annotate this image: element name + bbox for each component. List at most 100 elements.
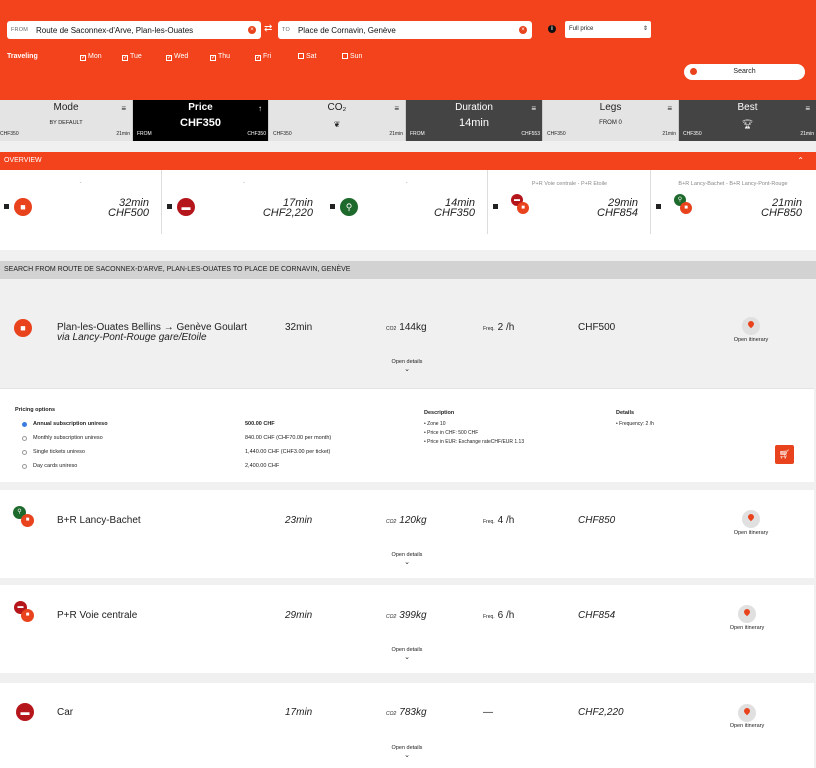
day-wed[interactable]: ✓ Wed <box>166 53 188 61</box>
pricing-value: 1,440.00 CHF (CHF3.00 per ticket) <box>245 449 331 455</box>
result-name: P+R Voie centrale <box>57 610 138 621</box>
day-mon[interactable]: ✓ Mon <box>80 53 102 61</box>
pricing-option[interactable]: Single tickets unireso <box>33 449 85 455</box>
tab-foot-right: CHF350 <box>247 131 266 137</box>
tab-title: CO₂ <box>327 102 347 113</box>
chevron-down-icon[interactable]: ⌄ <box>0 751 814 759</box>
tab-title: Legs <box>599 102 622 113</box>
tab-co2[interactable]: CO₂ ❦ ≡ CHF350 21min <box>269 100 406 141</box>
overview-price: CHF2,220 <box>262 207 313 219</box>
pricing-option[interactable]: Day cards unireso <box>33 463 77 469</box>
checkbox-checked-icon[interactable]: ✓ <box>122 55 128 61</box>
checkbox-checked-icon[interactable] <box>4 204 9 209</box>
checkbox-checked-icon[interactable] <box>167 204 172 209</box>
tab-price[interactable]: Price CHF350 ↑ FROM CHF350 <box>133 100 269 141</box>
checkbox-checked-icon[interactable] <box>330 204 335 209</box>
result-freq-value: 6 /h <box>497 610 515 621</box>
result-row-pr[interactable]: ▬ ■ P+R Voie centrale 29min CO2 399kg Fre… <box>0 585 814 673</box>
to-tag: TO <box>282 27 290 33</box>
radio-icon[interactable] <box>22 464 27 469</box>
tab-foot-left: FROM <box>410 131 425 137</box>
checkbox-checked-icon[interactable] <box>656 204 661 209</box>
result-freq: Freq. 6 /h <box>483 610 514 621</box>
chevron-down-icon[interactable]: ⌄ <box>0 365 814 373</box>
pricing-option[interactable]: Annual subscription unireso <box>33 421 108 427</box>
overview-card-car[interactable]: - ▬ 17min CHF2,220 <box>163 170 325 234</box>
result-price: CHF2,220 <box>578 707 624 718</box>
checkbox-checked-icon[interactable] <box>493 204 498 209</box>
overview-card-pr[interactable]: P+R Voie centrale - P+R Etoile ▬ ■ 29min… <box>489 170 651 234</box>
tab-title: Best <box>737 102 758 113</box>
open-itinerary-link[interactable]: Open itinerary <box>717 625 777 631</box>
clear-from-icon[interactable]: × <box>248 26 256 34</box>
sort-icon: ≡ <box>531 104 536 113</box>
day-label: Wed <box>174 53 189 60</box>
clear-to-icon[interactable]: × <box>519 26 527 34</box>
checkbox-checked-icon[interactable]: ✓ <box>210 55 216 61</box>
overview-bar[interactable]: OVERVIEW ⌃ <box>0 152 816 170</box>
result-row-br[interactable]: ⚲ ■ B+R Lancy-Bachet 23min CO2 120kg Freq… <box>0 490 814 578</box>
info-icon[interactable]: i <box>548 25 556 33</box>
checkbox-icon[interactable] <box>342 53 348 59</box>
map-pin-icon[interactable] <box>738 704 756 722</box>
day-label: Tue <box>130 53 142 60</box>
map-pin-icon[interactable] <box>738 605 756 623</box>
swap-icon[interactable]: ⇄ <box>264 23 272 34</box>
checkbox-checked-icon[interactable]: ✓ <box>255 55 261 61</box>
day-fri[interactable]: ✓ Fri <box>255 53 271 61</box>
price-select-value: Full price <box>569 26 594 32</box>
chevron-down-icon[interactable]: ⌄ <box>0 653 814 661</box>
chevron-down-icon[interactable]: ⌄ <box>0 558 814 566</box>
result-row-transit[interactable]: ■ Plan-les-Ouates Bellins → Genève Goula… <box>0 297 814 388</box>
search-button-label: Search <box>733 68 756 75</box>
result-name: Car <box>57 707 74 718</box>
to-input[interactable]: Place de Cornavin, Genève <box>298 26 519 35</box>
map-pin-icon[interactable] <box>742 510 760 528</box>
result-name: B+R Lancy-Bachet <box>57 515 141 526</box>
radio-selected-icon[interactable] <box>22 422 27 427</box>
radio-icon[interactable] <box>22 450 27 455</box>
overview-card-transit[interactable]: - ■ 32min CHF500 <box>0 170 162 234</box>
tab-best[interactable]: Best 🏆︎ ≡ CHF350 21min <box>679 100 816 141</box>
overview-card-label: - <box>243 180 245 186</box>
tab-legs[interactable]: Legs FROM 0 ≡ CHF350 21min <box>543 100 679 141</box>
from-input[interactable]: Route de Saconnex-d'Arve, Plan-les-Ouate… <box>36 26 248 35</box>
cart-icon: 🛒︎ <box>778 449 791 459</box>
freq-unit: Freq. <box>483 614 495 620</box>
day-sun[interactable]: Sun <box>342 53 362 60</box>
checkbox-icon[interactable] <box>298 53 304 59</box>
day-sat[interactable]: Sat <box>298 53 317 60</box>
open-itinerary-link[interactable]: Open itinerary <box>721 337 781 343</box>
result-co2: CO2 783kg <box>386 707 427 718</box>
price-select[interactable]: Full price ⇕ <box>565 21 651 38</box>
tab-foot-left: CHF350 <box>683 131 702 137</box>
chevron-up-icon[interactable]: ⌃ <box>797 152 804 170</box>
train-icon: ■ <box>21 514 34 527</box>
pricing-value: 840.00 CHF (CHF70.00 per month) <box>245 435 332 441</box>
result-row-car[interactable]: ▬ Car 17min CO2 783kg — CHF2,220 Open iti… <box>0 683 814 768</box>
overview-card-br[interactable]: B+R Lancy-Bachet - B+R Lancy-Pont-Rouge … <box>652 170 814 234</box>
day-tue[interactable]: ✓ Tue <box>122 53 142 61</box>
tab-foot-left: CHF350 <box>547 131 566 137</box>
map-pin-icon[interactable] <box>742 317 760 335</box>
pricing-title: Pricing options <box>15 407 56 413</box>
search-button[interactable]: Search <box>684 64 805 80</box>
day-thu[interactable]: ✓ Thu <box>210 53 230 61</box>
from-field[interactable]: FROM Route de Saconnex-d'Arve, Plan-les-… <box>7 21 261 39</box>
result-freq: Freq. 2 /h <box>483 322 514 333</box>
overview-panel: - ■ 32min CHF500 - ▬ 17min CHF2,220 - ⚲ … <box>0 170 816 250</box>
checkbox-checked-icon[interactable]: ✓ <box>80 55 86 61</box>
pricing-option[interactable]: Monthly subscription unireso <box>33 435 103 441</box>
open-itinerary-link[interactable]: Open itinerary <box>717 723 777 729</box>
overview-card-bike[interactable]: - ⚲ 14min CHF350 <box>326 170 488 234</box>
open-itinerary-link[interactable]: Open itinerary <box>721 530 781 536</box>
result-freq-value: — <box>483 707 493 718</box>
checkbox-checked-icon[interactable]: ✓ <box>166 55 172 61</box>
tab-duration[interactable]: Duration 14min ≡ FROM CHF553 <box>406 100 543 141</box>
tab-mode[interactable]: Mode BY DEFAULT ≡ CHF350 21min <box>0 100 133 141</box>
tab-foot-right: 21min <box>662 131 676 137</box>
cart-button[interactable]: 🛒︎ <box>775 445 794 464</box>
to-field[interactable]: TO Place de Cornavin, Genève × <box>278 21 532 39</box>
overview-title: OVERVIEW <box>4 157 42 164</box>
radio-icon[interactable] <box>22 436 27 441</box>
